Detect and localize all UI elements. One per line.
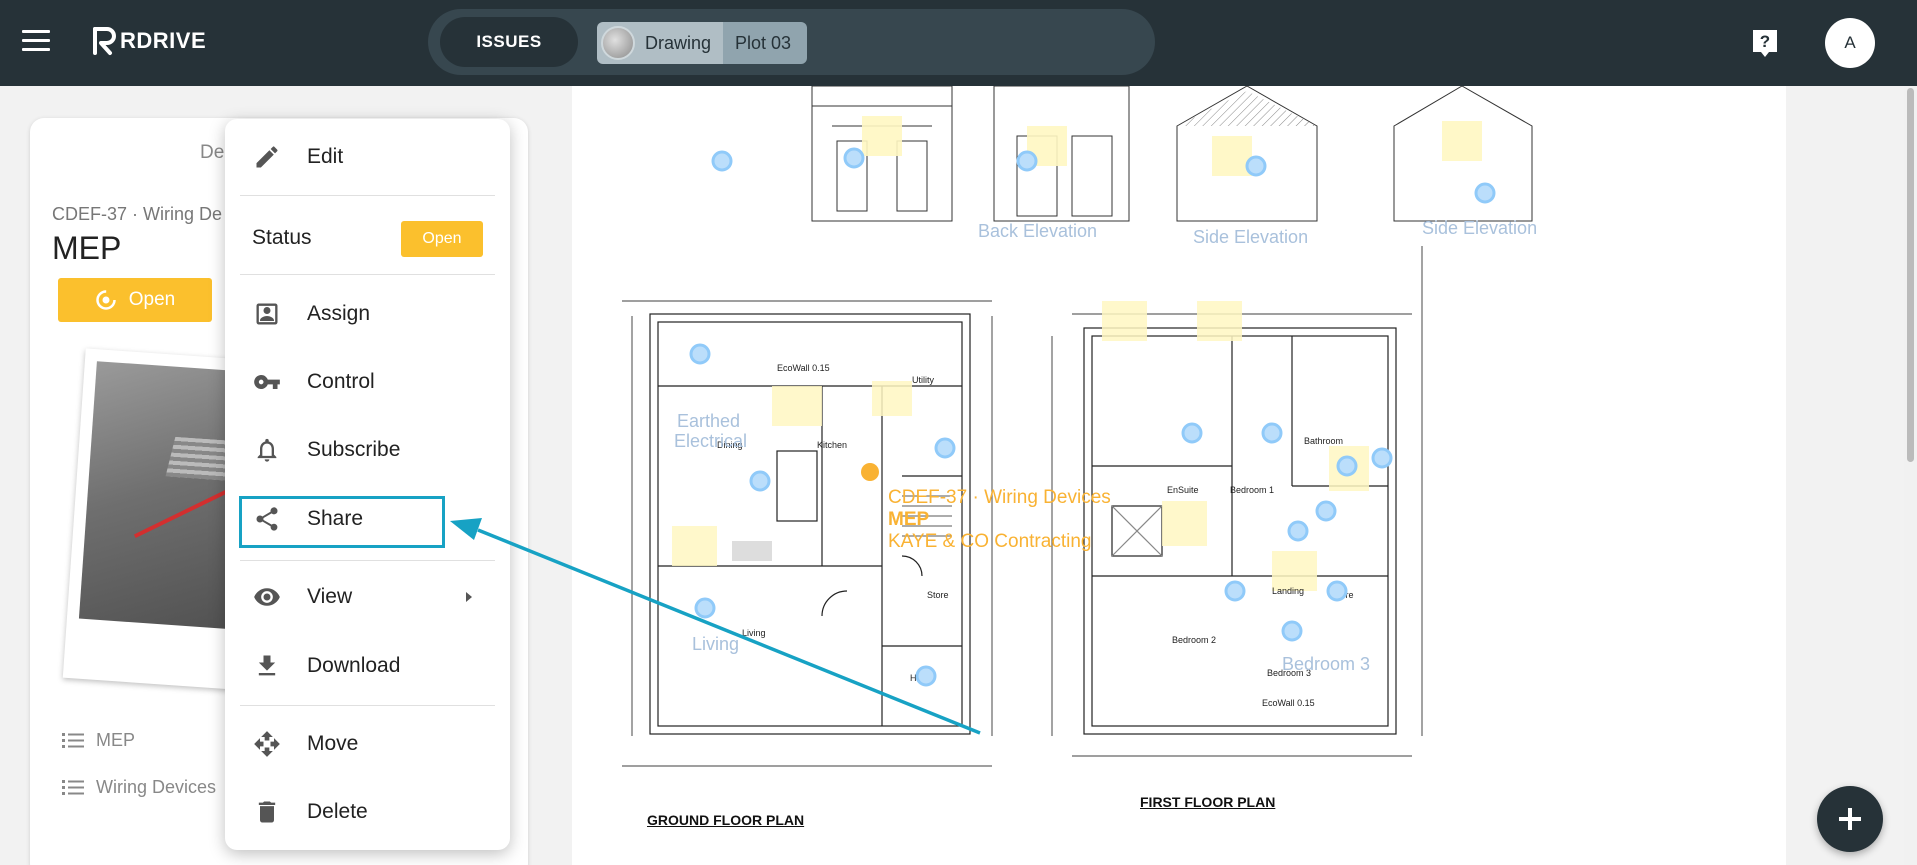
menu-divider (240, 560, 495, 561)
menu-label-assign: Assign (307, 302, 371, 325)
plus-icon (1839, 808, 1861, 830)
issue-title: MEP (52, 230, 122, 266)
download-icon (258, 655, 276, 676)
first-floor-label: FIRST FLOOR PLAN (1140, 794, 1276, 810)
ecowall-first: EcoWall 0.15 (1262, 698, 1315, 708)
panel-tab-details[interactable]: De (200, 142, 224, 164)
room-bedroom1: Bedroom 1 (1230, 485, 1274, 495)
selected-issue-pin-label[interactable]: CDEF-37 · Wiring Devices MEP KAYE & CO C… (888, 487, 1111, 553)
status-chip-label: Open (128, 289, 176, 310)
menu-item-share[interactable]: Share (225, 491, 510, 547)
room-bedroom2: Bedroom 2 (1172, 635, 1216, 645)
drawing-thumbnail (601, 26, 635, 60)
brand-logo[interactable]: RDRIVE (92, 26, 206, 56)
status-open-icon (96, 290, 116, 310)
menu-item-edit[interactable]: Edit (225, 129, 510, 185)
list-icon (62, 779, 84, 795)
bell-icon (257, 438, 277, 462)
menu-label-share: Share (307, 507, 364, 530)
pin-label-electrical: Electrical (674, 431, 748, 451)
add-issue-button[interactable] (1817, 786, 1883, 852)
menu-label-move: Move (307, 732, 359, 755)
menu-status-label: Status (252, 226, 312, 249)
scrollbar-thumb[interactable] (1907, 88, 1914, 462)
tag-row-mep[interactable]: MEP (62, 730, 135, 751)
eye-icon (254, 588, 280, 606)
help-icon[interactable]: ? (1751, 28, 1779, 58)
share-icon (256, 507, 278, 531)
breadcrumb-drawing-label: Drawing (645, 32, 712, 53)
room-ensuite: EnSuite (1167, 485, 1199, 495)
breadcrumb-drawing[interactable]: Drawing (597, 22, 724, 64)
move-arrows-icon (254, 731, 280, 757)
room-kitchen: Kitchen (817, 440, 847, 450)
status-chip[interactable]: Open (58, 278, 212, 322)
selected-issue-code: CDEF-37 · Wiring Devices (888, 487, 1111, 508)
menu-divider (240, 195, 495, 196)
pencil-icon (256, 146, 278, 168)
svg-text:?: ? (1760, 32, 1770, 51)
context-pill-bar: ISSUES Drawing Plot 03 (428, 9, 1155, 75)
breadcrumb-plot[interactable]: Plot 03 (723, 22, 808, 64)
menu-status-badge[interactable]: Open (401, 221, 483, 257)
issue-context-menu: Edit Status Open Assign Control Subscrib… (225, 119, 510, 850)
tag-row-wiring-devices[interactable]: Wiring Devices (62, 777, 216, 798)
key-icon (254, 375, 280, 389)
tag-label-wiring-devices: Wiring Devices (96, 777, 217, 797)
drawing-canvas[interactable]: EcoWall 0.15 Dining Kitchen Living Store… (572, 86, 1786, 865)
elevation-label-side-1: Side Elevation (1193, 227, 1309, 247)
menu-item-download[interactable]: Download (225, 638, 510, 694)
menu-label-delete: Delete (307, 800, 368, 823)
menu-item-delete[interactable]: Delete (225, 784, 510, 840)
room-store-ground: Store (927, 590, 949, 600)
rdrive-logo-icon (93, 27, 116, 55)
room-bathroom: Bathroom (1304, 436, 1343, 446)
room-living: Living (742, 628, 766, 638)
menu-item-control[interactable]: Control (225, 354, 510, 410)
brand-name: RDRIVE (120, 28, 207, 53)
menu-label-view: View (307, 585, 353, 608)
list-icon (62, 732, 84, 748)
pin-label-bedroom3: Bedroom 3 (1282, 654, 1371, 674)
chevron-right-icon (466, 592, 472, 602)
room-utility: Utility (912, 375, 934, 385)
user-avatar[interactable]: A (1825, 18, 1875, 68)
selected-issue-company: KAYE & CO Contracting (888, 531, 1092, 552)
pin-label-earthed: Earthed (677, 411, 741, 431)
menu-item-view[interactable]: View (225, 569, 510, 625)
room-landing: Landing (1272, 586, 1304, 596)
menu-label-download: Download (307, 654, 401, 677)
issue-code: CDEF-37 · Wiring De (52, 204, 223, 224)
breadcrumb: Drawing Plot 03 (597, 22, 808, 64)
menu-item-assign[interactable]: Assign (225, 286, 510, 342)
menu-divider (240, 705, 495, 706)
breadcrumb-plot-label: Plot 03 (735, 32, 792, 53)
menu-label-edit: Edit (307, 145, 344, 168)
elevation-label-side-2: Side Elevation (1422, 218, 1538, 238)
menu-item-subscribe[interactable]: Subscribe (225, 422, 510, 478)
menu-status-row[interactable]: Status Open (225, 213, 510, 263)
tag-label-mep: MEP (96, 730, 136, 750)
elevation-label-back: Back Elevation (978, 221, 1098, 241)
menu-icon[interactable] (22, 30, 50, 54)
vertical-scrollbar[interactable] (1904, 86, 1917, 865)
top-app-bar: RDRIVE ISSUES Drawing Plot 03 ? A (0, 0, 1917, 86)
menu-label-subscribe: Subscribe (307, 438, 401, 461)
menu-label-control: Control (307, 370, 375, 393)
menu-item-move[interactable]: Move (225, 716, 510, 772)
ground-floor-label: GROUND FLOOR PLAN (647, 812, 805, 828)
trash-icon (258, 801, 276, 823)
assign-user-icon (256, 303, 278, 325)
floor-plan-drawing: EcoWall 0.15 Dining Kitchen Living Store… (622, 86, 1533, 767)
pin-label-living: Living (692, 634, 740, 654)
issues-button[interactable]: ISSUES (440, 17, 578, 67)
menu-divider (240, 274, 495, 275)
svg-text:EcoWall 0.15: EcoWall 0.15 (777, 363, 830, 373)
selected-issue-title: MEP (888, 509, 930, 530)
